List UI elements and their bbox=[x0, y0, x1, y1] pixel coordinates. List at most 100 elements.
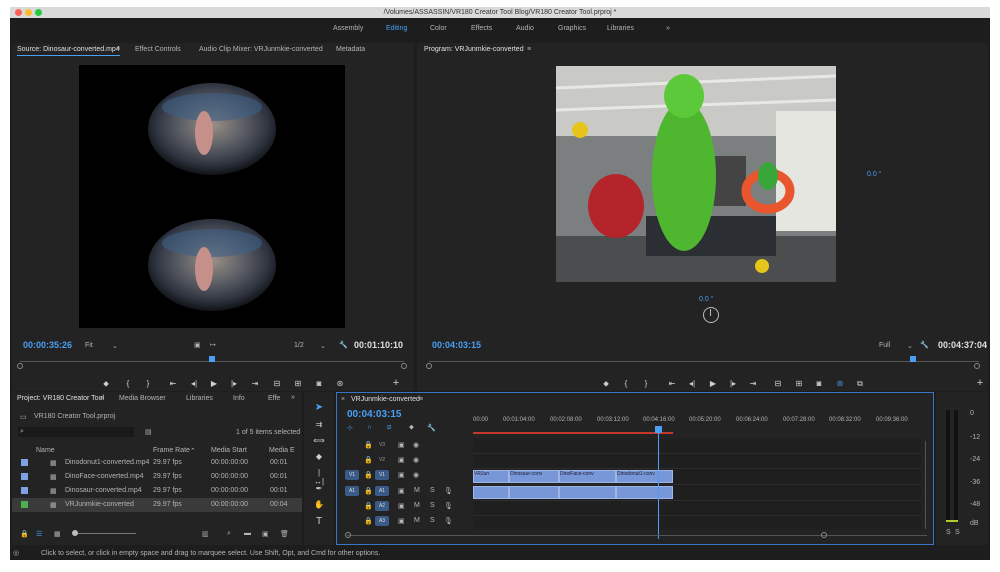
play-icon[interactable]: ▶ bbox=[208, 379, 220, 388]
mute-button[interactable]: M bbox=[414, 502, 420, 509]
source-menu-icon[interactable]: ≡ bbox=[116, 46, 120, 53]
mark-out-icon[interactable]: } bbox=[640, 379, 652, 388]
comparison-view-icon[interactable]: ⧉ bbox=[854, 379, 866, 389]
close-tab-icon[interactable]: × bbox=[341, 396, 345, 403]
solo-right-button[interactable]: S bbox=[955, 529, 960, 536]
workspace-color[interactable]: Color bbox=[430, 25, 447, 32]
microphone-icon[interactable]: 🎙 bbox=[444, 517, 453, 525]
video-clip[interactable]: VRJun bbox=[473, 470, 509, 483]
time-ruler[interactable]: 00:00 00:01:04:00 00:02:08:00 00:03:12:0… bbox=[473, 417, 923, 429]
pen-tool-icon[interactable]: ✒ bbox=[313, 484, 325, 493]
panel-more-icon[interactable]: » bbox=[291, 394, 295, 401]
tab-audio-clip-mixer[interactable]: Audio Clip Mixer: VRJunmkie-converted bbox=[199, 46, 323, 53]
table-row[interactable]: ▦ Dinodonut1-converted.mp4 29.97 fps 00:… bbox=[12, 456, 302, 470]
program-scrubber[interactable] bbox=[429, 361, 979, 362]
lift-icon[interactable]: ⊟ bbox=[772, 379, 784, 388]
automate-icon[interactable]: ▥ bbox=[202, 530, 209, 538]
nest-icon[interactable]: ⊹ bbox=[347, 424, 353, 432]
camera-icon[interactable]: ◙ bbox=[313, 379, 325, 388]
workspace-audio[interactable]: Audio bbox=[516, 25, 534, 32]
workspace-editing[interactable]: Editing bbox=[386, 25, 407, 32]
program-menu-icon[interactable]: ≡ bbox=[527, 46, 531, 53]
work-area-bar[interactable] bbox=[473, 432, 673, 434]
eye-icon[interactable]: ◉ bbox=[413, 441, 419, 449]
chevron-down-icon[interactable]: ⌄ bbox=[907, 342, 913, 350]
zoom-slider-handle[interactable] bbox=[72, 530, 78, 536]
hand-tool-icon[interactable]: ✋ bbox=[313, 500, 325, 509]
tab-media-browser[interactable]: Media Browser bbox=[119, 395, 166, 402]
go-to-out-icon[interactable]: ⇥ bbox=[249, 379, 261, 388]
sync-icon[interactable]: ▣ bbox=[398, 471, 405, 479]
video-clip[interactable]: Dinodonut1-conv bbox=[616, 470, 673, 483]
sync-icon[interactable]: ▣ bbox=[398, 487, 405, 495]
trash-icon[interactable]: 🗑 bbox=[280, 530, 289, 538]
sync-icon[interactable]: ▣ bbox=[398, 456, 405, 464]
list-view-icon[interactable]: ☰ bbox=[36, 530, 42, 538]
snap-icon[interactable]: ∩ bbox=[367, 424, 372, 431]
solo-button[interactable]: S bbox=[430, 517, 435, 524]
overwrite-edit-icon[interactable]: ⊞ bbox=[292, 379, 304, 388]
zoom-slider[interactable] bbox=[72, 533, 136, 534]
mute-button[interactable]: M bbox=[414, 517, 420, 524]
add-marker-icon[interactable]: ⬥ bbox=[100, 379, 112, 389]
go-to-in-icon[interactable]: ⇤ bbox=[666, 379, 678, 388]
workspace-more-icon[interactable]: » bbox=[666, 25, 670, 32]
add-marker-icon[interactable]: ⬥ bbox=[600, 379, 612, 389]
minimize-window-button[interactable] bbox=[25, 9, 32, 16]
sequence-menu-icon[interactable]: ≡ bbox=[419, 396, 423, 403]
source-timecode[interactable]: 00:00:35:26 bbox=[23, 340, 72, 350]
zoom-handle-right[interactable] bbox=[401, 363, 407, 369]
go-to-out-icon[interactable]: ⇥ bbox=[747, 379, 759, 388]
step-forward-icon[interactable]: |▸ bbox=[228, 379, 240, 388]
lock-icon[interactable]: 🔒 bbox=[20, 530, 29, 538]
vertical-scrollbar[interactable] bbox=[925, 441, 926, 529]
source-patch-a1[interactable]: A1 bbox=[345, 486, 359, 496]
lock-icon[interactable]: 🔒 bbox=[364, 502, 373, 510]
solo-button[interactable]: S bbox=[430, 502, 435, 509]
new-bin-icon[interactable]: ▬ bbox=[244, 530, 251, 537]
workspace-assembly[interactable]: Assembly bbox=[333, 25, 363, 32]
tab-effect-controls[interactable]: Effect Controls bbox=[135, 46, 181, 53]
tab-project[interactable]: Project: VR180 Creator Tool bbox=[17, 395, 104, 402]
solo-button[interactable]: S bbox=[430, 487, 435, 494]
new-bin-icon[interactable]: ▤ bbox=[145, 428, 152, 436]
wrench-icon[interactable]: 🔧 bbox=[427, 424, 436, 432]
source-fit-dropdown[interactable]: Fit bbox=[85, 342, 93, 349]
tab-libraries[interactable]: Libraries bbox=[186, 395, 213, 402]
new-item-icon[interactable]: ▣ bbox=[262, 530, 269, 538]
video-clip[interactable]: DinoFace-conv bbox=[559, 470, 616, 483]
mute-button[interactable]: M bbox=[414, 487, 420, 494]
track-target-v3[interactable]: V3 bbox=[375, 440, 389, 450]
workspace-libraries[interactable]: Libraries bbox=[607, 25, 634, 32]
column-name[interactable]: Name bbox=[36, 447, 55, 454]
sync-icon[interactable]: ▣ bbox=[398, 502, 405, 510]
track-area[interactable]: VRJun Dinosaur-conv DinoFace-conv Dinodo… bbox=[473, 439, 921, 529]
lock-icon[interactable]: 🔒 bbox=[364, 456, 373, 464]
camera-icon[interactable]: ◙ bbox=[813, 379, 825, 388]
insert-edit-icon[interactable]: ⊟ bbox=[271, 379, 283, 388]
program-zoom-dropdown[interactable]: Full bbox=[879, 342, 890, 349]
lock-icon[interactable]: 🔒 bbox=[364, 441, 373, 449]
extract-icon[interactable]: ⊞ bbox=[793, 379, 805, 388]
track-select-tool-icon[interactable]: ⇉ bbox=[313, 420, 325, 429]
timeline-timecode[interactable]: 00:04:03:15 bbox=[347, 409, 401, 420]
tab-metadata[interactable]: Metadata bbox=[336, 46, 365, 53]
ripple-edit-tool-icon[interactable]: ⟺ bbox=[313, 436, 325, 445]
tab-effects[interactable]: Effe bbox=[268, 395, 280, 402]
track-target-a2[interactable]: A2 bbox=[375, 501, 389, 511]
play-icon[interactable]: ▶ bbox=[707, 379, 719, 388]
insert-icon[interactable]: ↦ bbox=[210, 341, 216, 349]
column-media-end[interactable]: Media E bbox=[269, 447, 295, 454]
button-editor-icon[interactable]: + bbox=[974, 377, 986, 389]
lock-icon[interactable]: 🔒 bbox=[364, 471, 373, 479]
icon-view-icon[interactable]: ▦ bbox=[54, 530, 61, 538]
razor-tool-icon[interactable]: ◆ bbox=[313, 452, 325, 461]
safe-margins-icon[interactable]: ▣ bbox=[194, 341, 201, 349]
tab-program[interactable]: Program: VRJunmkie-converted bbox=[424, 46, 524, 53]
wrench-icon[interactable]: 🔧 bbox=[920, 341, 929, 349]
column-frame-rate[interactable]: Frame Rate bbox=[153, 447, 190, 454]
step-back-icon[interactable]: ◂| bbox=[686, 379, 698, 388]
find-icon[interactable]: ⌕ bbox=[227, 530, 231, 538]
chevron-down-icon[interactable]: ⌄ bbox=[112, 342, 118, 350]
vr-rotate-dial[interactable] bbox=[703, 307, 719, 323]
